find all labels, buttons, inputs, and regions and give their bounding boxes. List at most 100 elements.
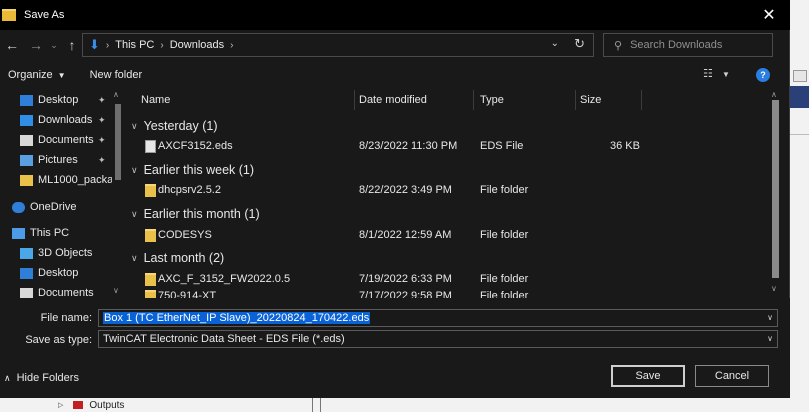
sidebar-item[interactable]: Documents bbox=[20, 283, 94, 298]
close-icon: ✕ bbox=[762, 7, 776, 24]
group-label: Yesterday (1) bbox=[143, 119, 218, 133]
column-header-name[interactable]: Name bbox=[135, 88, 170, 112]
savetype-select[interactable]: TwinCAT Electronic Data Sheet - EDS File… bbox=[98, 330, 778, 348]
group-label: Earlier this month (1) bbox=[143, 207, 260, 221]
scroll-up-icon[interactable]: ∧ bbox=[771, 90, 777, 99]
file-list-scroll-thumb[interactable] bbox=[772, 100, 779, 278]
chevron-down-icon: ∨ bbox=[131, 164, 138, 175]
arrow-right-icon: → bbox=[29, 37, 43, 53]
group-header[interactable]: ∨ Earlier this week (1) bbox=[131, 160, 254, 180]
title-bar: Save As ✕ bbox=[0, 0, 790, 30]
file-icon bbox=[145, 140, 156, 153]
breadcrumb-this-pc[interactable]: This PC bbox=[115, 39, 154, 51]
outputs-icon bbox=[73, 401, 84, 409]
search-box[interactable]: ⚲ bbox=[603, 33, 773, 57]
save-button[interactable]: Save bbox=[611, 365, 685, 387]
documents-icon bbox=[20, 287, 33, 298]
file-list-scrollbar[interactable]: ∧ ∨ bbox=[769, 90, 781, 298]
forward-button[interactable]: → bbox=[24, 33, 48, 57]
background-window bbox=[790, 0, 809, 412]
file-name: dhcpsrv2.5.2 bbox=[158, 184, 221, 196]
sidebar-item[interactable]: Desktop bbox=[20, 263, 78, 283]
sidebar-item[interactable]: ML1000_package bbox=[20, 170, 124, 190]
address-dropdown-icon[interactable]: ⌄ bbox=[551, 38, 559, 49]
group-header[interactable]: ∨ Last month (2) bbox=[131, 248, 224, 268]
help-icon: ? bbox=[760, 70, 766, 80]
table-row[interactable]: CODESYS 8/1/2022 12:59 AM File folder bbox=[125, 225, 765, 247]
new-folder-button[interactable]: New folder bbox=[82, 69, 151, 81]
column-header-date[interactable]: Date modified bbox=[353, 88, 427, 112]
nav-scrollbar[interactable]: ∧ ∨ bbox=[112, 90, 124, 298]
scroll-up-icon[interactable]: ∧ bbox=[113, 90, 119, 99]
sidebar-item[interactable]: Pictures bbox=[20, 150, 78, 170]
chevron-down-icon: ∨ bbox=[131, 208, 138, 219]
breadcrumb-separator-icon: › bbox=[230, 39, 234, 51]
sidebar-item-label: Documents bbox=[38, 134, 94, 146]
table-row[interactable]: AXCF3152.eds 8/23/2022 11:30 PM EDS File… bbox=[125, 136, 765, 158]
filename-input[interactable]: Box 1 (TC EtherNet_IP Slave)_20220824_17… bbox=[98, 309, 778, 327]
recent-locations-button[interactable]: ⌄ bbox=[48, 33, 60, 57]
up-button[interactable]: ↑ bbox=[60, 33, 84, 57]
sidebar-item-label: Documents bbox=[38, 287, 94, 298]
column-divider[interactable] bbox=[641, 90, 642, 110]
pin-icon: ✦ bbox=[98, 155, 106, 165]
column-header-type[interactable]: Type bbox=[474, 88, 504, 112]
change-view-button[interactable]: ☷ ▼ bbox=[703, 67, 730, 80]
column-header-size[interactable]: Size bbox=[574, 88, 601, 112]
navigation-bar: ← → ⌄ ↑ ⬇ › This PC › Downloads › ⌄ ↻ ⚲ bbox=[0, 30, 790, 60]
sidebar-item[interactable]: 3D Objects bbox=[20, 243, 92, 263]
file-name: CODESYS bbox=[158, 229, 212, 241]
sidebar-item[interactable]: Downloads bbox=[20, 110, 92, 130]
sidebar-item[interactable]: Documents bbox=[20, 130, 94, 150]
documents-icon bbox=[20, 134, 33, 146]
pin-icon: ✦ bbox=[98, 115, 106, 125]
refresh-icon[interactable]: ↻ bbox=[574, 36, 585, 52]
help-button[interactable]: ? bbox=[756, 68, 770, 82]
file-date: 8/23/2022 11:30 PM bbox=[359, 140, 458, 152]
back-button[interactable]: ← bbox=[0, 33, 24, 57]
file-type: File folder bbox=[480, 273, 529, 285]
table-row[interactable]: dhcpsrv2.5.2 8/22/2022 3:49 PM File fold… bbox=[125, 180, 765, 202]
address-bar[interactable]: ⬇ › This PC › Downloads › ⌄ ↻ bbox=[82, 33, 594, 57]
sidebar-item[interactable]: OneDrive bbox=[12, 197, 76, 217]
scroll-down-icon[interactable]: ∨ bbox=[113, 286, 119, 295]
hide-folders-label: Hide Folders bbox=[16, 372, 79, 384]
cancel-button[interactable]: Cancel bbox=[695, 365, 769, 387]
breadcrumb-downloads[interactable]: Downloads bbox=[170, 39, 224, 51]
file-type: EDS File bbox=[480, 140, 524, 152]
filename-value: Box 1 (TC EtherNet_IP Slave)_20220824_17… bbox=[103, 312, 371, 324]
folder-icon bbox=[145, 229, 156, 242]
sidebar-item-label: Desktop bbox=[38, 94, 79, 106]
background-tab bbox=[793, 70, 807, 82]
group-header[interactable]: ∨ Yesterday (1) bbox=[131, 116, 217, 136]
save-as-dialog: Save As ✕ ← → ⌄ ↑ ⬇ › This PC › Download… bbox=[0, 0, 790, 398]
chevron-down-icon: ∨ bbox=[131, 252, 138, 263]
close-button[interactable]: ✕ bbox=[748, 0, 790, 30]
cube-icon bbox=[20, 247, 33, 259]
hide-folders-button[interactable]: ∧ Hide Folders bbox=[4, 372, 79, 384]
column-size-label: Size bbox=[580, 94, 602, 106]
file-type: File folder bbox=[480, 290, 529, 298]
chevron-down-icon[interactable]: ∨ bbox=[767, 313, 773, 322]
organize-button[interactable]: Organize ▼ bbox=[0, 69, 74, 81]
folder-icon bbox=[145, 184, 156, 197]
scroll-down-icon[interactable]: ∨ bbox=[771, 284, 777, 293]
sidebar-item-label: Pictures bbox=[38, 154, 78, 166]
search-input[interactable] bbox=[630, 39, 761, 51]
chevron-down-icon[interactable]: ∨ bbox=[767, 334, 773, 343]
desktop-icon bbox=[20, 94, 33, 106]
column-name-label: Name bbox=[141, 94, 171, 106]
sidebar-item[interactable]: Desktop bbox=[20, 90, 78, 110]
table-row[interactable]: 750-914-XT 7/17/2022 9:58 PM File folder bbox=[125, 286, 765, 298]
file-size: 36 KB bbox=[610, 140, 640, 152]
details-view-icon: ☷ bbox=[703, 68, 713, 80]
nav-scroll-thumb[interactable] bbox=[115, 104, 121, 180]
computer-icon bbox=[12, 227, 25, 239]
sidebar-item[interactable]: This PC bbox=[12, 223, 69, 243]
search-icon: ⚲ bbox=[614, 39, 623, 52]
file-date: 8/22/2022 3:49 PM bbox=[359, 184, 452, 196]
background-divider bbox=[312, 398, 313, 412]
group-header[interactable]: ∨ Earlier this month (1) bbox=[131, 204, 260, 224]
savetype-label: Save as type: bbox=[25, 334, 92, 346]
pictures-icon bbox=[20, 154, 33, 166]
